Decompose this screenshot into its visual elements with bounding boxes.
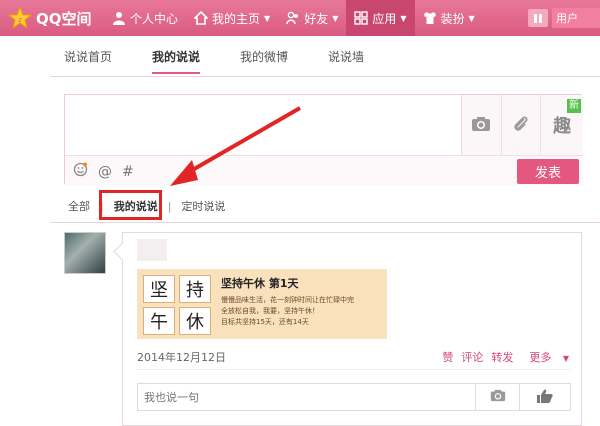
paperclip-icon [512,115,530,136]
like-link[interactable]: 赞 [442,349,453,365]
shuoshuo-tabs: 说说首页 我的说说 我的微博 说说墙 [64,48,404,74]
forward-link[interactable]: 转发 [491,349,513,365]
nav-label: 装扮 [440,11,465,26]
friends-icon [286,11,300,25]
fun-icon: 趣 [553,116,572,137]
share-card[interactable]: 坚 持 午 休 坚持午休 第1天 慢慢品味生活，花一刻钟时间让在忙碌中完 全放松… [137,269,387,339]
share-text: 坚持午休 第1天 慢慢品味生活，花一刻钟时间让在忙碌中完 全放松自我，我要，坚持… [217,269,358,339]
reply-photo-button[interactable] [476,384,520,410]
nav-label: 应用 [372,11,397,26]
fun-button[interactable]: 趣 新 [541,95,583,155]
hashtag-icon[interactable]: # [122,164,134,180]
post-actions: 赞 评论 转发 更多 ▼ [434,349,569,365]
logo-text: QQ空间 [36,9,92,28]
chevron-down-icon: ▼ [264,13,271,23]
user-menu[interactable]: 用户 [552,8,600,28]
publish-button[interactable]: 发表 [517,159,579,184]
at-mention-icon[interactable]: @ [98,164,112,180]
chevron-down-icon: ▼ [400,13,407,23]
share-title: 坚持午休 第1天 [221,277,299,290]
qzone-logo[interactable]: z QQ空间 [0,0,104,36]
attach-link-button[interactable] [501,95,542,155]
nav-right-area: 用户 [528,0,600,36]
share-char: 休 [179,307,211,335]
pause-music-button[interactable] [528,9,548,27]
compose-textarea[interactable] [65,95,461,155]
compose-bottom-bar: @ # 发表 [65,155,583,185]
reply-input[interactable] [138,384,476,410]
tab-shuoshuo-home[interactable]: 说说首页 [64,48,112,74]
divider [50,76,600,77]
nav-item-friends[interactable]: 好友 ▼ [278,0,346,36]
person-icon [112,11,126,25]
compose-tools: 趣 新 [461,95,583,155]
share-desc: 慢慢品味生活，花一刻钟时间让在忙碌中完 [221,296,354,304]
nav-item-apps[interactable]: 应用 ▼ [346,0,415,36]
reply-box [137,383,571,411]
annotation-highlight-box [99,190,162,220]
tab-my-weibo[interactable]: 我的微博 [240,48,288,74]
post-date: 2014年12月12日 [137,351,226,364]
more-link[interactable]: 更多 ▼ [521,349,569,365]
nav-item-personal-center[interactable]: 个人中心 [104,0,186,36]
chevron-down-icon: ▼ [468,13,475,23]
more-label: 更多 [529,351,552,364]
nav-item-my-homepage[interactable]: 我的主页 ▼ [186,0,278,36]
thumbs-up-icon [536,388,554,407]
share-char: 坚 [143,275,175,303]
author-name-placeholder[interactable] [137,239,167,261]
share-desc: 目标共坚持15天，还有14天 [221,318,309,326]
grid-apps-icon [354,11,369,25]
home-icon [194,11,209,25]
top-nav-bar: z QQ空间 个人中心 我的主页 ▼ 好友 ▼ 应用 ▼ 装扮 ▼ 用户 [0,0,600,36]
new-badge: 新 [567,99,581,113]
avatar[interactable] [64,232,106,274]
camera-icon [471,116,491,135]
nav-item-decorate[interactable]: 装扮 ▼ [415,0,483,36]
emoji-icon[interactable] [73,162,88,181]
pause-icon [534,13,537,23]
divider [50,222,600,223]
nav-label: 好友 [304,11,329,26]
comment-link[interactable]: 评论 [461,349,483,365]
filter-scheduled[interactable]: 定时说说 [177,198,229,214]
camera-icon [490,389,506,405]
divider [137,369,571,370]
svg-text:z: z [18,16,22,24]
share-char: 午 [143,307,175,335]
separator: | [167,199,172,213]
chevron-down-icon: ▼ [332,13,339,23]
share-char: 持 [179,275,211,303]
star-logo-icon: z [8,6,32,30]
filter-all[interactable]: 全部 [64,198,94,214]
share-desc: 全放松自我，我要，坚持午休！ [221,307,319,315]
nav-label: 个人中心 [130,11,179,26]
reply-like-button[interactable] [520,384,570,410]
upload-photo-button[interactable] [462,95,502,155]
chevron-down-icon: ▼ [562,354,569,363]
pause-icon [539,13,542,23]
compose-box: 趣 新 @ # 发表 [64,94,583,185]
tshirt-icon [423,11,437,25]
tab-shuoshuo-wall[interactable]: 说说墙 [328,48,364,74]
compose-icon-row: @ # [73,162,144,181]
nav-label: 我的主页 [212,11,261,26]
feed-card: 坚 持 午 休 坚持午休 第1天 慢慢品味生活，花一刻钟时间让在忙碌中完 全放松… [122,232,582,426]
tab-my-shuoshuo[interactable]: 我的说说 [152,48,201,74]
share-chars: 坚 持 午 休 [137,269,217,339]
